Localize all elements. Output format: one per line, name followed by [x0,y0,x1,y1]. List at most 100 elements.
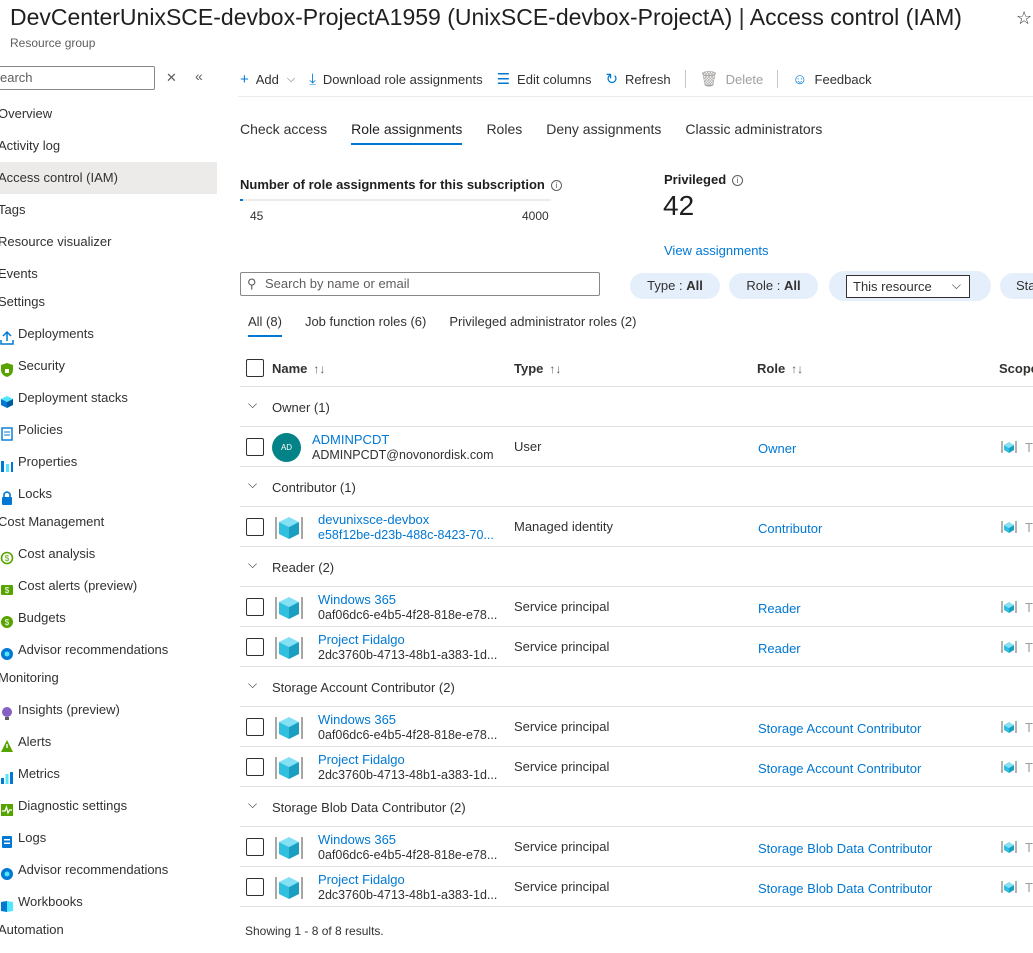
row-checkbox[interactable] [246,638,264,656]
edit-columns-button[interactable]: ☰ Edit columns [497,70,592,88]
role-link[interactable]: Reader [758,601,801,616]
sidebar-item[interactable]: $ Budgets [0,602,217,634]
sidebar-item[interactable]: Diagnostic settings [0,790,217,822]
role-header-label: Role [757,361,786,376]
sidebar-item-label: Automation [0,922,64,937]
role-link[interactable]: Storage Account Contributor [758,761,921,776]
principal-name-link[interactable]: devunixsce-devbox [318,512,429,527]
principal-name-link[interactable]: Project Fidalgo [318,632,405,647]
tab-classic-administrators[interactable]: Classic administrators [685,121,822,145]
principal-name-link[interactable]: Windows 365 [318,592,396,607]
sidebar-item[interactable]: Security [0,350,217,382]
sidebar-item[interactable]: Tags [0,194,217,226]
sidebar-item[interactable]: $ Cost analysis [0,538,217,570]
role-group-header[interactable]: ⌵ Storage Account Contributor (2) [240,667,1033,707]
row-checkbox[interactable] [246,518,264,536]
tab-role-assignments[interactable]: Role assignments [351,121,463,145]
role-link[interactable]: Storage Account Contributor [758,721,921,736]
subtab-2[interactable]: Privileged administrator roles (2) [449,314,636,337]
refresh-button[interactable]: ↻ Refresh [605,70,670,88]
subtab-0[interactable]: All (8) [248,314,282,337]
sidebar-item-label: Resource visualizer [0,234,112,249]
tab-roles[interactable]: Roles [486,121,522,145]
clear-search-icon[interactable]: ✕ [166,70,177,86]
resource-type: Resource group [10,36,96,50]
principal-name-link[interactable]: Project Fidalgo [318,752,405,767]
role-link[interactable]: Storage Blob Data Contributor [758,841,932,856]
role-group-title: Reader (2) [272,560,335,575]
type-filter-pill[interactable]: Type : All [630,273,720,299]
role-link[interactable]: Contributor [758,521,822,536]
scope-text: T [1025,720,1033,735]
row-checkbox[interactable] [246,758,264,776]
sidebar-item[interactable]: Logs [0,822,217,854]
star-icon[interactable]: ☆ [1016,8,1032,29]
sidebar-item[interactable]: Advisor recommendations [0,634,217,666]
sidebar-item[interactable]: $ Cost alerts (preview) [0,570,217,602]
row-checkbox[interactable] [246,598,264,616]
principal-type: Service principal [514,879,610,894]
member-search-input[interactable]: ⚲ Search by name or email [240,272,600,296]
role-group-header[interactable]: ⌵ Storage Blob Data Contributor (2) [240,787,1033,827]
info-icon[interactable]: i [550,180,562,191]
role-column-header[interactable]: Role ↑↓ [757,361,803,376]
sidebar-section-header[interactable]: Settings [0,290,217,318]
role-group-header[interactable]: ⌵ Contributor (1) [240,467,1033,507]
role-link[interactable]: Storage Blob Data Contributor [758,881,932,896]
tab-deny-assignments[interactable]: Deny assignments [546,121,661,145]
role-filter-pill[interactable]: Role : All [729,273,818,299]
sidebar-item[interactable]: Events [0,258,217,290]
view-assignments-link[interactable]: View assignments [664,243,769,258]
sidebar-section-header[interactable]: Cost Management [0,510,217,538]
principal-subtext[interactable]: e58f12be-d23b-488c-8423-70... [318,528,494,542]
role-group-header[interactable]: ⌵ Reader (2) [240,547,1033,587]
principal-name-link[interactable]: Windows 365 [318,712,396,727]
row-checkbox[interactable] [246,878,264,896]
add-button[interactable]: + Add ⌵ [240,71,295,88]
sidebar-item[interactable]: Deployments [0,318,217,350]
delete-button[interactable]: 🗑 Delete [700,70,764,88]
feedback-button[interactable]: ☺ Feedback [792,71,871,88]
role-link[interactable]: Reader [758,641,801,656]
sidebar-item[interactable]: Insights (preview) [0,694,217,726]
sidebar-item[interactable]: Resource visualizer [0,226,217,258]
sidebar-section-header[interactable]: Monitoring [0,666,217,694]
scope-column-header[interactable]: Scope [999,361,1033,376]
sidebar-item[interactable]: Workbooks [0,886,217,918]
sidebar-item[interactable]: Advisor recommendations [0,854,217,886]
sidebar-item[interactable]: Properties [0,446,217,478]
name-column-header[interactable]: Name ↑↓ [272,361,325,376]
subtab-1[interactable]: Job function roles (6) [305,314,426,337]
role-group-header[interactable]: ⌵ Owner (1) [240,387,1033,427]
row-checkbox[interactable] [246,438,264,456]
row-checkbox[interactable] [246,718,264,736]
state-filter-pill[interactable]: Sta [1000,273,1033,299]
table-row: Project Fidalgo 2dc3760b-4713-48b1-a383-… [240,627,1033,667]
toolbar-divider-line [238,96,1033,97]
principal-name-link[interactable]: ADMINPCDT [312,432,389,447]
sidebar-item[interactable]: Access control (IAM) [0,162,217,194]
sidebar-item[interactable]: Activity log [0,130,217,162]
sidebar-item[interactable]: Overview [0,98,217,130]
assignment-max: 4000 [522,209,549,223]
info-icon[interactable]: i [732,175,744,186]
sidebar-section-header[interactable]: Automation [0,918,217,946]
download-button[interactable]: ⤓ Download role assignments [309,71,482,88]
tab-check-access[interactable]: Check access [240,121,327,145]
role-link[interactable]: Owner [758,441,796,456]
scope-dropdown[interactable]: This resource ⌵ [846,275,970,298]
sidebar-item[interactable]: Metrics [0,758,217,790]
type-column-header[interactable]: Type ↑↓ [514,361,561,376]
sidebar-search-input[interactable]: earch [0,66,155,90]
sidebar-item[interactable]: Deployment stacks [0,382,217,414]
principal-name-link[interactable]: Windows 365 [318,832,396,847]
row-checkbox[interactable] [246,838,264,856]
sort-icon: ↑↓ [791,362,804,376]
principal-name-link[interactable]: Project Fidalgo [318,872,405,887]
select-all-checkbox[interactable] [246,359,264,377]
sidebar-item-label: Monitoring [0,670,59,685]
sidebar-item[interactable]: Alerts [0,726,217,758]
sidebar-item[interactable]: Policies [0,414,217,446]
sidebar-item[interactable]: Locks [0,478,217,510]
collapse-sidebar-icon[interactable]: « [195,68,203,84]
